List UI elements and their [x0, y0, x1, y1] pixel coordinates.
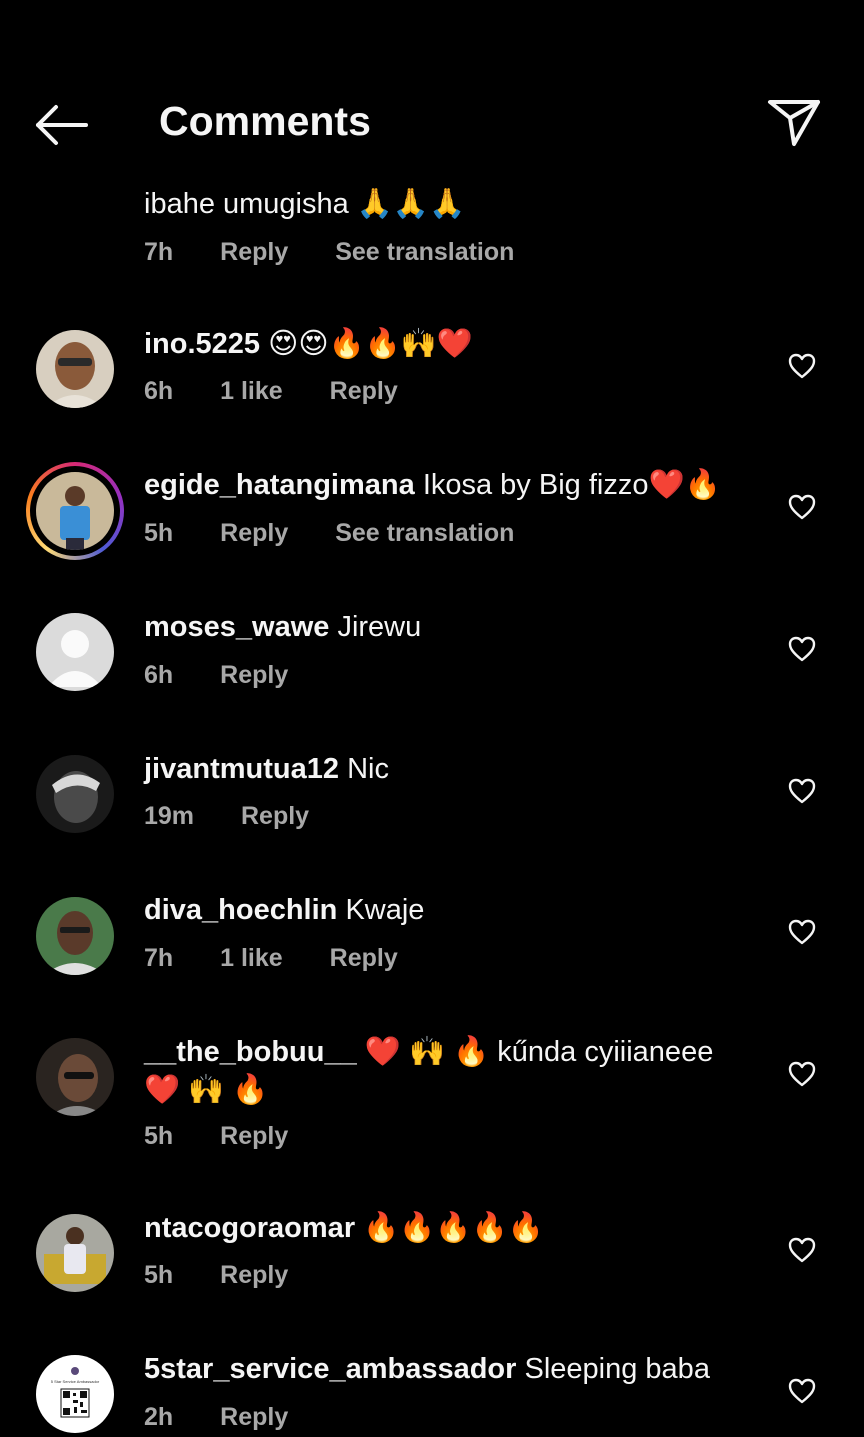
- comment-meta: 5h Reply: [144, 1261, 328, 1290]
- comment-body: egide_hatangimana Ikosa by Big fizzo❤️🔥: [144, 467, 721, 503]
- reply-button[interactable]: Reply: [330, 944, 398, 972]
- comment-meta: 19m Reply: [144, 802, 349, 831]
- comment-body: ino.5225 😍😍🔥🔥🙌❤️: [144, 326, 473, 362]
- story-ring[interactable]: [26, 462, 124, 560]
- comment-text: ibahe umugisha 🙏🙏🙏: [144, 188, 466, 220]
- reply-button[interactable]: Reply: [241, 802, 309, 830]
- comment-time: 7h: [144, 944, 174, 972]
- avatar[interactable]: 5 Star Service Ambassador: [36, 1355, 114, 1433]
- comment-text: ❤️ 🙌 🔥 kűnda cyiiianeee: [364, 1036, 714, 1068]
- comment-time: 5h: [144, 519, 174, 547]
- heart-icon[interactable]: [788, 353, 816, 379]
- heart-icon[interactable]: [788, 1378, 816, 1404]
- avatar[interactable]: [36, 1038, 114, 1116]
- default-avatar-icon[interactable]: [36, 613, 114, 691]
- comment-username[interactable]: diva_hoechlin: [144, 894, 337, 926]
- comment-username[interactable]: egide_hatangimana: [144, 469, 415, 501]
- comment-meta: 6h Reply: [144, 661, 328, 690]
- comment-username[interactable]: moses_wawe: [144, 611, 329, 643]
- reply-button[interactable]: Reply: [220, 1122, 288, 1150]
- comment-body: moses_wawe Jirewu: [144, 609, 421, 645]
- heart-icon[interactable]: [788, 1237, 816, 1263]
- heart-icon[interactable]: [788, 919, 816, 945]
- comment-text: Sleeping baba: [524, 1353, 710, 1385]
- heart-icon[interactable]: [788, 636, 816, 662]
- comment-text: Kwaje: [345, 894, 425, 926]
- avatar[interactable]: [36, 897, 114, 975]
- heart-icon[interactable]: [788, 1061, 816, 1087]
- comment-time: 7h: [144, 238, 174, 266]
- comment-body: jivantmutua12 Nic: [144, 751, 389, 787]
- see-translation-button[interactable]: See translation: [335, 519, 514, 547]
- comment-text: Jirewu: [337, 611, 422, 643]
- comment-body: ntacogoraomar 🔥🔥🔥🔥🔥: [144, 1210, 544, 1246]
- reply-button[interactable]: Reply: [330, 377, 398, 405]
- comment-body: diva_hoechlin Kwaje: [144, 892, 424, 928]
- avatar-caption: 5 Star Service Ambassador: [51, 1379, 100, 1384]
- reply-button[interactable]: Reply: [220, 1403, 288, 1431]
- comment-username[interactable]: ntacogoraomar: [144, 1212, 355, 1244]
- comment-text: 😍😍🔥🔥🙌❤️: [268, 328, 474, 360]
- comment-text-continued: ❤️ 🙌 🔥: [144, 1074, 269, 1106]
- avatar[interactable]: [36, 330, 114, 408]
- heart-icon[interactable]: [788, 494, 816, 520]
- comment-meta: 7h 1 like Reply: [144, 944, 438, 973]
- comment-body: 5star_service_ambassador Sleeping baba: [144, 1351, 710, 1387]
- avatar[interactable]: [36, 1214, 114, 1292]
- comment-username[interactable]: ino.5225: [144, 328, 260, 360]
- comment-time: 6h: [144, 661, 174, 689]
- comment-meta: 6h 1 like Reply: [144, 377, 438, 406]
- reply-button[interactable]: Reply: [220, 661, 288, 689]
- comment-time: 5h: [144, 1261, 174, 1289]
- reply-button[interactable]: Reply: [220, 1261, 288, 1289]
- comment-time: 6h: [144, 377, 174, 405]
- likes-count[interactable]: 1 like: [220, 377, 283, 405]
- likes-count[interactable]: 1 like: [220, 944, 283, 972]
- comment-username[interactable]: 5star_service_ambassador: [144, 1353, 516, 1385]
- comment-meta: 2h Reply: [144, 1403, 328, 1432]
- comment-time: 2h: [144, 1403, 174, 1431]
- reply-button[interactable]: Reply: [220, 238, 288, 266]
- comment-body: __the_bobuu__ ❤️ 🙌 🔥 kűnda cyiiianeee: [144, 1034, 713, 1070]
- comment-meta: 5h Reply: [144, 1122, 328, 1151]
- comment-text: Ikosa by Big fizzo❤️🔥: [422, 469, 721, 501]
- comment-username[interactable]: jivantmutua12: [144, 753, 339, 785]
- comment-meta: 7h Reply See translation: [144, 238, 554, 267]
- reply-button[interactable]: Reply: [220, 519, 288, 547]
- comment-list[interactable]: ibahe umugisha 🙏🙏🙏 7h Reply See translat…: [0, 0, 864, 1437]
- heart-icon[interactable]: [788, 778, 816, 804]
- comment-text: 🔥🔥🔥🔥🔥: [363, 1212, 544, 1244]
- comment-username[interactable]: __the_bobuu__: [144, 1036, 357, 1068]
- comment-text: Nic: [347, 753, 389, 785]
- comment-time: 19m: [144, 802, 195, 830]
- avatar[interactable]: [36, 755, 114, 833]
- qr-code-icon: [60, 1388, 90, 1418]
- comment-time: 5h: [144, 1122, 174, 1150]
- comment-meta: 5h Reply See translation: [144, 519, 554, 548]
- avatar[interactable]: [36, 472, 114, 550]
- see-translation-button[interactable]: See translation: [335, 238, 514, 266]
